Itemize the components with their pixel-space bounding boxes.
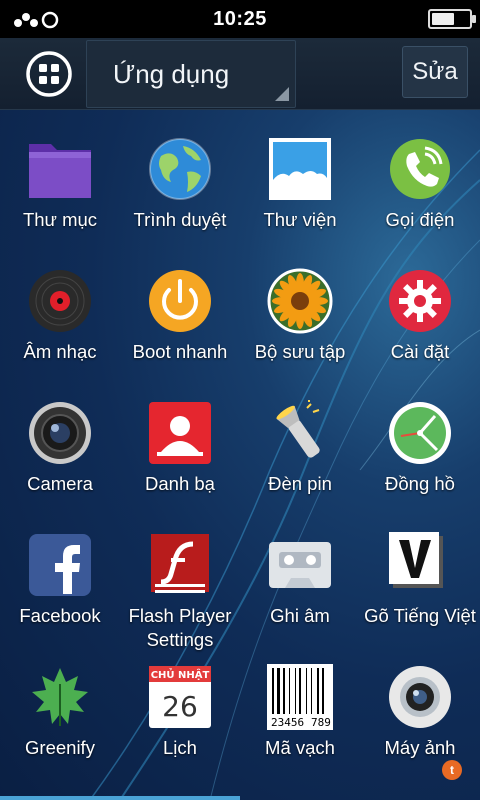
app-phone[interactable]: Gọi điện <box>360 112 480 244</box>
app-facebook[interactable]: Facebook <box>0 508 120 640</box>
app-label: Gõ Tiếng Việt <box>364 605 476 626</box>
folder-icon <box>27 136 93 202</box>
status-time: 10:25 <box>213 7 267 30</box>
camera-round-icon <box>387 664 453 730</box>
app-camera-round[interactable]: Máy ảnh <box>360 640 480 772</box>
music-disc-icon <box>27 268 93 334</box>
app-calendar[interactable]: CHỦ NHẬT 26 Lịch <box>120 640 240 772</box>
app-contact[interactable]: Danh bạ <box>120 376 240 508</box>
app-label: Âm nhạc <box>23 341 97 362</box>
app-label: Thư viện <box>263 209 337 230</box>
app-flower[interactable]: Bộ sưu tập <box>240 244 360 376</box>
power-icon <box>147 268 213 334</box>
app-gear[interactable]: Cài đặt <box>360 244 480 376</box>
v-keyboard-icon <box>387 532 453 598</box>
app-clock[interactable]: Đồng hồ <box>360 376 480 508</box>
app-label: Boot nhanh <box>132 341 228 362</box>
globe-icon <box>147 136 213 202</box>
camera-lens-icon <box>27 400 93 466</box>
page-indicator <box>0 796 240 800</box>
app-label: Cài đặt <box>390 341 450 362</box>
app-camera-lens[interactable]: Camera <box>0 376 120 508</box>
gear-icon <box>387 268 453 334</box>
flashlight-icon <box>267 400 333 466</box>
app-v-keyboard[interactable]: Gõ Tiếng Việt <box>360 508 480 640</box>
clock-icon <box>387 400 453 466</box>
app-flashlight[interactable]: Đèn pin <box>240 376 360 508</box>
app-label: Đồng hồ <box>385 473 455 494</box>
app-drawer-header: Ứng dụng Sửa <box>0 38 480 110</box>
battery-level <box>432 13 454 25</box>
app-folder[interactable]: Thư mục <box>0 112 120 244</box>
calendar-day-name: CHỦ NHẬT <box>151 667 210 681</box>
phone-icon <box>387 136 453 202</box>
app-cassette[interactable]: Ghi âm <box>240 508 360 640</box>
signal-dots-icon <box>14 11 59 29</box>
category-dropdown[interactable]: Ứng dụng <box>86 40 296 108</box>
app-globe[interactable]: Trình duyệt <box>120 112 240 244</box>
cassette-icon <box>267 532 333 598</box>
app-greenify-leaf[interactable]: Greenify <box>0 640 120 772</box>
status-bar: 10:25 <box>0 0 480 38</box>
app-barcode[interactable]: 23456 789 Mã vạch <box>240 640 360 772</box>
app-label: Gọi điện <box>385 209 455 230</box>
edit-button[interactable]: Sửa <box>402 46 468 98</box>
app-gallery[interactable]: Thư viện <box>240 112 360 244</box>
app-label: Bộ sưu tập <box>254 341 346 362</box>
app-power[interactable]: Boot nhanh <box>120 244 240 376</box>
greenify-leaf-icon <box>27 664 93 730</box>
grid-menu-icon <box>26 51 72 97</box>
app-label: Greenify <box>25 737 95 758</box>
apps-menu-button[interactable] <box>22 50 76 98</box>
app-label: Đèn pin <box>268 473 332 494</box>
dropdown-corner-icon <box>275 87 289 101</box>
barcode-icon: 23456 789 <box>267 664 333 730</box>
svg-text:789: 789 <box>311 716 331 729</box>
app-label: Facebook <box>19 605 101 626</box>
flower-icon <box>267 268 333 334</box>
battery-icon <box>428 9 476 29</box>
app-label: Mã vạch <box>265 737 335 758</box>
flash-player-icon <box>147 532 213 598</box>
calendar-icon: CHỦ NHẬT 26 <box>147 664 213 730</box>
app-music-disc[interactable]: Âm nhạc <box>0 244 120 376</box>
app-label: Danh bạ <box>145 473 215 494</box>
calendar-date: 26 <box>162 690 198 723</box>
notification-badge-icon[interactable]: t <box>442 760 462 780</box>
app-label: Camera <box>27 473 93 494</box>
app-label-line: Flash Player <box>128 605 232 626</box>
gallery-icon <box>267 136 333 202</box>
app-label: Thư mục <box>22 209 98 230</box>
app-flash-player[interactable]: Flash Player Settings <box>120 508 240 650</box>
app-label: Trình duyệt <box>133 209 227 230</box>
app-label: Lịch <box>163 737 197 758</box>
app-grid: Thư mục Trình duyệt Thư viện Gọi điện Âm nhạ… <box>0 112 480 800</box>
app-label: Máy ảnh <box>384 737 456 758</box>
svg-text:23456: 23456 <box>271 716 304 729</box>
app-label: Ghi âm <box>270 605 330 626</box>
contact-icon <box>147 400 213 466</box>
dropdown-label: Ứng dụng <box>113 59 230 89</box>
facebook-icon <box>27 532 93 598</box>
